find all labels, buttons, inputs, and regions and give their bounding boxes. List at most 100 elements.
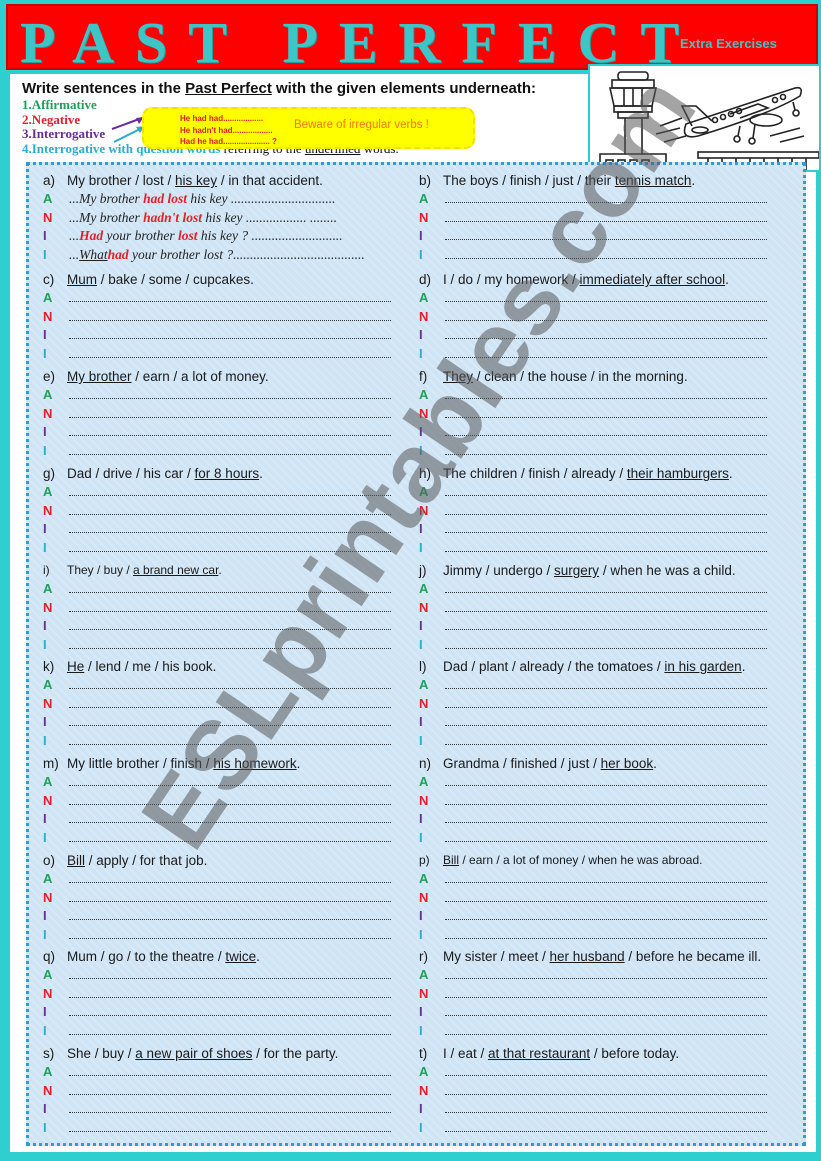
answer-blank[interactable] (69, 1103, 391, 1114)
answer-blank[interactable] (445, 910, 767, 921)
answer-type-label: I (419, 521, 423, 536)
answer-blank[interactable] (445, 1025, 767, 1035)
exercise-item: s) She / buy / a new pair of shoes / for … (43, 1044, 413, 1141)
answer-blank[interactable] (69, 311, 391, 321)
answer-blank[interactable] (69, 698, 391, 708)
answer-blank[interactable] (69, 1066, 391, 1077)
answer-blank[interactable] (69, 679, 391, 690)
answer-blank[interactable] (69, 486, 391, 497)
answer-row: I (43, 926, 413, 945)
answer-blank[interactable] (69, 1122, 391, 1132)
answer-blank[interactable] (445, 249, 767, 259)
answer-blank[interactable] (69, 813, 391, 824)
answer-blank[interactable] (69, 292, 391, 303)
answer-blank[interactable] (445, 408, 767, 418)
answer-blank[interactable] (69, 892, 391, 902)
answer-blank[interactable] (69, 408, 391, 418)
answer-row: N (419, 695, 789, 714)
answer-blank[interactable] (69, 542, 391, 552)
answer-blank[interactable] (69, 602, 391, 612)
answer-blank[interactable] (69, 1006, 391, 1017)
answer-blank[interactable] (69, 910, 391, 921)
answer-blank[interactable] (69, 969, 391, 980)
answer-blank[interactable] (69, 523, 391, 534)
prompt-text: / lend / me / his book. (84, 659, 217, 674)
answer-blank[interactable] (445, 292, 767, 303)
exercise-prompt: j) Jimmy / undergo / surgery / when he wa… (419, 561, 789, 580)
answer-blank[interactable] (445, 1066, 767, 1077)
answer-row: N (419, 599, 789, 618)
answer-blank[interactable] (445, 311, 767, 321)
answer-blank[interactable] (445, 426, 767, 437)
answer-blank[interactable] (445, 813, 767, 824)
answer-type-label: N (419, 792, 429, 808)
answer-blank[interactable] (69, 735, 391, 745)
answer-blank[interactable] (445, 735, 767, 745)
answer-blank[interactable] (69, 505, 391, 515)
answer-blank[interactable] (69, 639, 391, 649)
answer-blank[interactable] (445, 212, 767, 222)
answer-blank[interactable] (445, 505, 767, 515)
answer-blank[interactable] (445, 988, 767, 998)
answer-blank[interactable] (69, 776, 391, 787)
answer-text: your brother (103, 228, 179, 243)
exercise-item: j) Jimmy / undergo / surgery / when he wa… (419, 561, 789, 658)
answer-type-label: I (419, 539, 423, 555)
prompt-text: . (741, 659, 746, 674)
answer-blank[interactable] (445, 776, 767, 787)
answer-blank[interactable] (69, 1025, 391, 1035)
answer-blank[interactable] (69, 795, 391, 805)
answer-blank[interactable] (445, 929, 767, 939)
answer-blank[interactable] (445, 445, 767, 455)
answer-blank[interactable] (445, 583, 767, 594)
answer-blank[interactable] (445, 230, 767, 241)
answer-blank[interactable] (445, 679, 767, 690)
answer-blank[interactable] (445, 698, 767, 708)
heading-text: Write sentences in the (22, 80, 186, 97)
answer-blank[interactable] (69, 716, 391, 727)
answer-blank[interactable] (445, 348, 767, 358)
answer-blank[interactable] (69, 873, 391, 884)
answer-blank[interactable] (445, 795, 767, 805)
answer-blank[interactable] (69, 583, 391, 594)
exercise-prompt: c) Mum / bake / some / cupcakes. (43, 270, 413, 289)
answer-blank[interactable] (69, 832, 391, 842)
answer-blank[interactable] (445, 716, 767, 727)
answer-blank[interactable] (445, 602, 767, 612)
answer-row: N (43, 695, 413, 714)
exercise-letter: d) (419, 272, 432, 287)
answer-type-label: A (43, 677, 53, 692)
answer-blank[interactable] (69, 426, 391, 437)
answer-blank[interactable] (69, 329, 391, 340)
answer-blank[interactable] (69, 445, 391, 455)
answer-blank[interactable] (69, 389, 391, 400)
answer-blank[interactable] (445, 329, 767, 340)
answer-blank[interactable] (445, 639, 767, 649)
answer-blank[interactable] (69, 988, 391, 998)
answer-blank[interactable] (445, 1006, 767, 1017)
answer-row: I (43, 1100, 413, 1119)
prompt-text: / clean / the house / in the morning. (473, 369, 688, 384)
answer-blank[interactable] (445, 620, 767, 631)
answer-blank[interactable] (69, 1085, 391, 1095)
answer-row: I (419, 423, 789, 442)
answer-blank[interactable] (445, 389, 767, 400)
answer-type-label: I (43, 521, 47, 536)
answer-blank[interactable] (445, 1085, 767, 1095)
answer-blank[interactable] (69, 929, 391, 939)
answer-type-label: A (43, 484, 53, 499)
answer-blank[interactable] (445, 193, 767, 204)
answer-blank[interactable] (69, 348, 391, 358)
answer-blank[interactable] (445, 523, 767, 534)
answer-blank[interactable] (445, 969, 767, 980)
answer-blank[interactable] (445, 892, 767, 902)
answer-highlight: had (107, 246, 129, 262)
answer-blank[interactable] (445, 1122, 767, 1132)
airplane-tower-icon (599, 71, 820, 170)
answer-blank[interactable] (445, 1103, 767, 1114)
answer-blank[interactable] (445, 486, 767, 497)
answer-blank[interactable] (445, 832, 767, 842)
answer-blank[interactable] (445, 542, 767, 552)
answer-blank[interactable] (69, 620, 391, 631)
answer-blank[interactable] (445, 873, 767, 884)
